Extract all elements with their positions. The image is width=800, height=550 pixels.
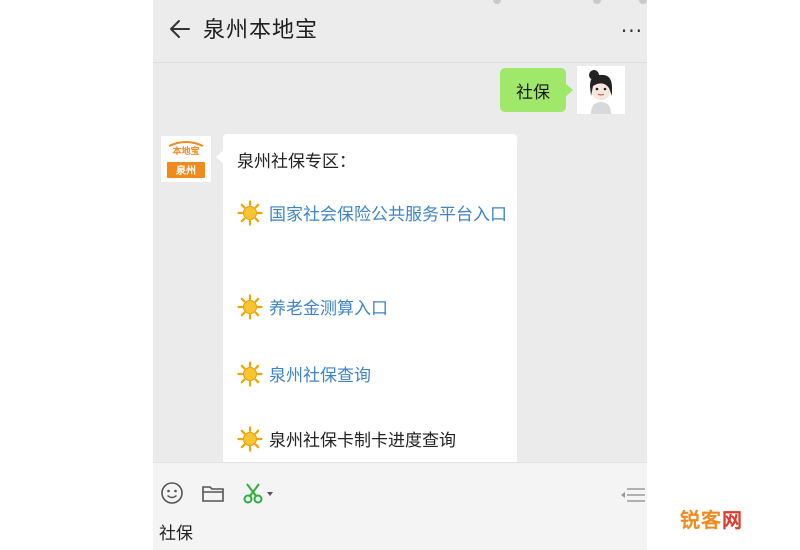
- link-label: 国家社会保险公共服务平台入口: [269, 205, 507, 225]
- sun-icon: [237, 361, 263, 387]
- watermark-text: 锐客: [680, 508, 722, 532]
- watermark-text-accent: 网: [722, 508, 743, 532]
- header-bar: 泉州本地宝 ···: [153, 0, 647, 63]
- status-dot: [639, 0, 647, 4]
- input-bar: 社保: [153, 462, 647, 550]
- bot-avatar[interactable]: 本地宝 泉州: [161, 136, 211, 182]
- folder-icon[interactable]: [200, 480, 226, 506]
- list-icon[interactable]: [621, 487, 645, 503]
- bot-intro-text: 泉州社保专区：: [237, 152, 356, 172]
- sun-icon: [237, 294, 263, 320]
- sun-icon: [237, 200, 263, 226]
- back-arrow-icon[interactable]: [167, 16, 193, 42]
- status-dot: [493, 0, 501, 4]
- link-label: 养老金测算入口: [269, 299, 388, 319]
- link-social-insurance-platform[interactable]: 国家社会保险公共服务平台入口: [237, 198, 509, 232]
- sun-icon: [237, 426, 263, 452]
- emoji-icon[interactable]: [159, 480, 185, 506]
- link-label: 泉州社保查询: [269, 366, 371, 386]
- bot-message-bubble: 泉州社保专区： 国家社会保险公共服务平台入口 养老金测算入口 泉州社保查询 泉州…: [216, 134, 517, 474]
- user-avatar[interactable]: [577, 66, 625, 114]
- page-title: 泉州本地宝: [203, 18, 319, 43]
- link-pension-calculator[interactable]: 养老金测算入口: [237, 292, 509, 326]
- status-dot: [593, 0, 601, 4]
- link-social-insurance-query[interactable]: 泉州社保查询: [237, 359, 509, 393]
- bot-avatar-bottom-text: 泉州: [175, 164, 196, 177]
- link-label: 泉州社保卡制卡进度查询: [269, 431, 456, 451]
- link-card-progress-query[interactable]: 泉州社保卡制卡进度查询: [237, 424, 509, 458]
- user-message-bubble[interactable]: 社保: [500, 68, 573, 112]
- scissors-icon[interactable]: [241, 480, 277, 506]
- bot-avatar-top-text: 本地宝: [172, 145, 199, 157]
- chat-window: 泉州本地宝 ··· 社保 本地宝 泉州 泉州社保专区： 国家社会保险公共服务平台…: [153, 0, 647, 550]
- watermark-logo: 锐客网: [680, 504, 743, 533]
- more-icon[interactable]: ···: [621, 21, 643, 41]
- message-input[interactable]: 社保: [159, 519, 193, 544]
